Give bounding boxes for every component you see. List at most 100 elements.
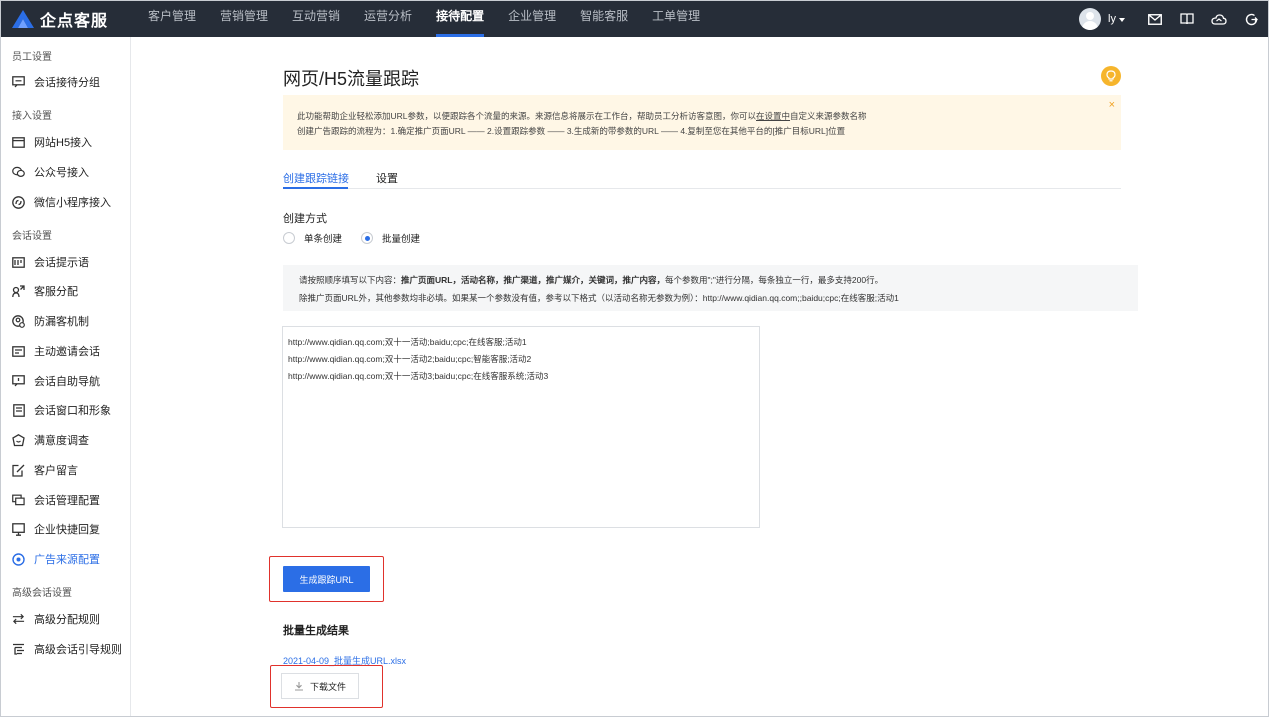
survey-icon xyxy=(12,433,25,447)
sidebar: 员工设置 会话接待分组 接入设置 网站H5接入 公众号接入 微信小程序接入 会话… xyxy=(1,37,131,716)
tab-bar: 创建跟踪链接 设置 xyxy=(283,167,1121,189)
instruction-text: 每个参数用";"进行分隔，每条独立一行，最多支持200行。 xyxy=(665,275,884,285)
nav-customer[interactable]: 客户管理 xyxy=(138,1,206,37)
sidebar-item-survey[interactable]: 满意度调查 xyxy=(1,432,89,448)
book-icon[interactable] xyxy=(1179,11,1195,27)
textarea-line: http://www.qidian.qq.com;双十一活动;baidu;cpc… xyxy=(288,337,527,347)
sidebar-item-invite[interactable]: 主动邀请会话 xyxy=(1,343,100,359)
wechat-icon xyxy=(12,166,25,179)
guide-rule-icon xyxy=(12,643,25,656)
message-icon xyxy=(12,464,25,477)
radio-dot[interactable] xyxy=(283,232,295,244)
nav-ticket[interactable]: 工单管理 xyxy=(642,1,710,37)
tab-create-link[interactable]: 创建跟踪链接 xyxy=(283,170,349,186)
nav-marketing[interactable]: 营销管理 xyxy=(210,1,278,37)
nav-smart-service[interactable]: 智能客服 xyxy=(570,1,638,37)
sidebar-item-window[interactable]: 会话窗口和形象 xyxy=(1,402,111,418)
sidebar-group-access: 接入设置 xyxy=(12,111,52,122)
sidebar-item-label: 网站H5接入 xyxy=(34,137,93,149)
sidebar-group-advanced: 高级会话设置 xyxy=(12,588,72,599)
sidebar-item-label: 微信小程序接入 xyxy=(34,197,111,209)
sidebar-item-label: 会话窗口和形象 xyxy=(34,405,111,417)
sidebar-item-assign[interactable]: 客服分配 xyxy=(1,283,78,299)
sidebar-item-navigation[interactable]: 会话自助导航 xyxy=(1,373,100,389)
settings-link[interactable]: 在设置中 xyxy=(756,111,790,121)
radio-single-create[interactable]: 单条创建 xyxy=(283,231,342,245)
textarea-line: http://www.qidian.qq.com;双十一活动3;baidu;cp… xyxy=(288,371,549,381)
app-logo[interactable]: 企点客服 xyxy=(12,7,136,31)
sidebar-item-label: 防漏客机制 xyxy=(34,316,89,328)
close-icon[interactable]: × xyxy=(1109,99,1115,111)
sidebar-item-label: 会话自助导航 xyxy=(34,376,100,388)
sidebar-group-session: 会话设置 xyxy=(12,231,52,242)
guard-icon xyxy=(12,314,25,328)
chevron-down-icon[interactable] xyxy=(1119,17,1125,22)
sidebar-item-label: 公众号接入 xyxy=(34,167,89,179)
logo-icon xyxy=(12,10,34,28)
radio-label: 单条创建 xyxy=(304,234,343,245)
radio-label: 批量创建 xyxy=(382,234,421,245)
main-nav: 客户管理 营销管理 互动营销 运营分析 接待配置 企业管理 智能客服 工单管理 xyxy=(138,1,714,37)
notice-text: 此功能帮助企业轻松添加URL参数，以便跟踪各个流量的来源。来源信息将展示在工作台… xyxy=(297,111,757,121)
lightbulb-icon[interactable] xyxy=(1101,66,1121,86)
sidebar-item-session-manage[interactable]: 会话管理配置 xyxy=(1,492,100,508)
notice-banner: 此功能帮助企业轻松添加URL参数，以便跟踪各个流量的来源。来源信息将展示在工作台… xyxy=(283,95,1121,150)
top-nav-bar: 企点客服 客户管理 营销管理 互动营销 运营分析 接待配置 企业管理 智能客服 … xyxy=(1,1,1268,37)
logout-icon[interactable] xyxy=(1243,11,1259,27)
sidebar-item-miniprogram[interactable]: 微信小程序接入 xyxy=(1,194,111,210)
invite-icon xyxy=(12,345,25,358)
nav-enterprise[interactable]: 企业管理 xyxy=(498,1,566,37)
sidebar-item-web-h5[interactable]: 网站H5接入 xyxy=(1,134,92,150)
miniprogram-icon xyxy=(12,195,25,209)
radio-dot[interactable] xyxy=(361,232,373,244)
main-content: 网页/H5流量跟踪 此功能帮助企业轻松添加URL参数，以便跟踪各个流量的来源。来… xyxy=(131,37,1268,716)
sidebar-item-label: 客户留言 xyxy=(34,465,78,477)
top-right-tools: ly xyxy=(1079,1,1268,37)
nav-reception-config[interactable]: 接待配置 xyxy=(426,1,494,37)
instruction-text: 请按照顺序填写以下内容： xyxy=(299,275,402,285)
tab-settings[interactable]: 设置 xyxy=(376,170,398,186)
app-window: 企点客服 客户管理 营销管理 互动营销 运营分析 接待配置 企业管理 智能客服 … xyxy=(0,0,1269,717)
web-icon xyxy=(12,136,25,149)
batch-url-textarea[interactable]: http://www.qidian.qq.com;双十一活动;baidu;cpc… xyxy=(282,326,760,528)
sidebar-item-customer-message[interactable]: 客户留言 xyxy=(1,462,78,478)
sidebar-item-label: 高级分配规则 xyxy=(34,614,100,626)
sidebar-item-quick-reply[interactable]: 企业快捷回复 xyxy=(1,521,100,537)
user-name[interactable]: ly xyxy=(1108,13,1116,25)
download-label: 下载文件 xyxy=(309,681,346,692)
navigation-icon xyxy=(12,375,25,388)
generate-url-button[interactable]: 生成跟踪URL xyxy=(283,566,370,592)
sidebar-item-label: 企业快捷回复 xyxy=(34,524,100,536)
nav-analytics[interactable]: 运营分析 xyxy=(354,1,422,37)
manage-icon xyxy=(12,494,25,507)
sidebar-item-guard[interactable]: 防漏客机制 xyxy=(1,313,89,329)
mail-icon[interactable] xyxy=(1147,11,1163,27)
sidebar-item-wechat-account[interactable]: 公众号接入 xyxy=(1,164,89,180)
avatar[interactable] xyxy=(1079,8,1102,30)
nav-interactive[interactable]: 互动营销 xyxy=(282,1,350,37)
instruction-box: 请按照顺序填写以下内容：推广页面URL，活动名称，推广渠道，推广媒介，关键词，推… xyxy=(283,265,1138,311)
hint-icon xyxy=(12,256,25,269)
notice-line-1: 此功能帮助企业轻松添加URL参数，以便跟踪各个流量的来源。来源信息将展示在工作台… xyxy=(297,110,867,122)
sidebar-item-chat-group[interactable]: 会话接待分组 xyxy=(1,74,100,90)
sidebar-item-advanced-guide[interactable]: 高级会话引导规则 xyxy=(1,641,122,657)
radio-batch-create[interactable]: 批量创建 xyxy=(361,231,420,245)
chat-group-icon xyxy=(12,76,25,89)
textarea-line: http://www.qidian.qq.com;双十一活动2;baidu;cp… xyxy=(288,354,532,364)
page-title: 网页/H5流量跟踪 xyxy=(283,69,420,89)
notice-line-2: 创建广告跟踪的流程为：1.确定推广页面URL —— 2.设置跟踪参数 —— 3.… xyxy=(297,126,846,136)
app-name: 企点客服 xyxy=(40,13,109,30)
sidebar-item-advanced-assign[interactable]: 高级分配规则 xyxy=(1,611,100,627)
download-file-button[interactable]: 下载文件 xyxy=(281,673,359,699)
sidebar-group-staff: 员工设置 xyxy=(12,52,52,63)
target-icon xyxy=(12,552,25,566)
notice-text: 自定义来源参数名称 xyxy=(790,111,867,121)
sidebar-item-session-hint[interactable]: 会话提示语 xyxy=(1,254,89,270)
sidebar-item-label: 满意度调查 xyxy=(34,435,89,447)
instruction-line-2: 除推广页面URL外，其他参数均非必填。如果某一个参数没有值，参考以下格式（以活动… xyxy=(299,293,899,303)
window-icon xyxy=(12,403,25,417)
cloud-icon[interactable] xyxy=(1211,11,1227,27)
sidebar-item-label: 主动邀请会话 xyxy=(34,346,100,358)
sidebar-item-label: 广告来源配置 xyxy=(34,554,100,566)
sidebar-item-ad-source[interactable]: 广告来源配置 xyxy=(1,551,100,567)
